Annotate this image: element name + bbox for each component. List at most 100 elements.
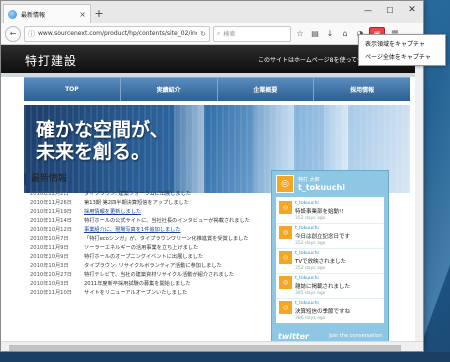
- globe-icon: [8, 9, 17, 19]
- site-logo[interactable]: 特打建設: [25, 52, 77, 69]
- close-window-button[interactable]: ✕: [401, 1, 423, 19]
- twitter-join-link[interactable]: Join the conversation: [329, 333, 382, 339]
- nav-works[interactable]: 実績紹介: [121, 78, 218, 101]
- close-tab-icon[interactable]: ×: [79, 10, 86, 19]
- news-date: 2010年10月3日: [30, 281, 69, 287]
- nav-recruit[interactable]: 採用情報: [314, 78, 410, 101]
- news-date: 2010年12月2日: [30, 191, 69, 197]
- tweet-content: t_tokuuchi 決算短信の季節ですね 386 days ago: [295, 301, 350, 321]
- news-text: 2011年度新卒採用試験の募集を開始しました: [84, 281, 191, 287]
- horizontal-scrollbar[interactable]: [1, 341, 423, 351]
- tweet-time[interactable]: 352 days ago: [295, 266, 346, 271]
- news-link[interactable]: 事業紹介に、現場写真を1件追加しました: [84, 226, 264, 233]
- news-text: 「特打ecoシンガ」が、タイプラウンワリーン化推進賞を受賞しました: [84, 236, 249, 242]
- news-item: 2010年10月7日 「特打ecoシンガ」が、タイプラウンワリーン化推進賞を受賞し…: [24, 234, 264, 243]
- desktop-taskbar: [0, 352, 450, 362]
- tweet-user[interactable]: t_tokuuchi: [295, 226, 350, 231]
- tweet-text: 特設事業部を始動!!: [295, 209, 344, 215]
- news-date: 2010年10月7日: [30, 236, 69, 242]
- news-date: 2010年11月14日: [30, 218, 72, 224]
- news-date: 2010年10月9日: [30, 254, 69, 260]
- news-date: 2010年11月9日: [30, 245, 69, 251]
- tweet-time[interactable]: 385 days ago: [295, 291, 350, 296]
- news-item: 2010年11月26日 第13期 第2四半期決算短信をアップしました: [24, 198, 264, 207]
- news-item: 2010年11月9日 ソーラーエネルギーの活用事業を立ち上げました: [24, 243, 264, 252]
- tab-bar: 最新情報 × + — ☐ ✕: [1, 1, 423, 23]
- download-icon[interactable]: ↓: [324, 27, 336, 41]
- capture-dropdown-menu: 表示領域をキャプチャ ページ全体をキャプチャ: [358, 34, 446, 66]
- tweet-text: 今日は創立記念日です: [295, 234, 351, 240]
- hero-line-1: 確かな空間が、: [36, 119, 169, 141]
- tweet[interactable]: ◎ t_tokuuchi 決算短信の季節ですね 386 days ago: [276, 299, 384, 323]
- capture-full-page-item[interactable]: ページ全体をキャプチャ: [359, 50, 445, 63]
- minimize-button[interactable]: —: [357, 1, 379, 19]
- tweet-avatar-icon[interactable]: ◎: [279, 226, 292, 239]
- news-text: 特打ホールのオープニングイベントに出展しました: [84, 254, 204, 260]
- news-text: タイプラウン: 建築フォーラムに出展しました: [84, 191, 191, 197]
- news-date: 2010年10月27日: [30, 272, 72, 278]
- tweet-content: t_tokuuchi TVで放映されました 352 days ago: [295, 251, 346, 271]
- reload-icon[interactable]: ↻: [200, 30, 206, 38]
- news-date: 2010年11月26日: [30, 200, 72, 206]
- tweet[interactable]: ◎ t_tokuuchi 今日は創立記念日です 352 days ago: [276, 224, 384, 249]
- news-date: 2010年10月3日: [30, 263, 69, 269]
- maximize-button[interactable]: ☐: [379, 1, 401, 19]
- reading-list-icon[interactable]: ▤: [309, 27, 321, 41]
- back-button[interactable]: ←: [5, 25, 21, 42]
- twitter-logo[interactable]: twitter: [278, 332, 309, 341]
- horizontal-scrollbar-thumb[interactable]: [9, 345, 401, 351]
- twitter-handle[interactable]: t_tokuuchi: [298, 183, 345, 192]
- vertical-scrollbar[interactable]: [415, 45, 423, 341]
- news-date: 2010年11月19日: [30, 209, 72, 215]
- news-item[interactable]: 2010年11月19日 採用情報を更新しました: [24, 207, 264, 216]
- news-item: 2010年10月27日 特打テレビで、当社の建築資材リサイクル活動が紹介されました: [24, 270, 264, 279]
- bookmark-star-icon[interactable]: ☆: [294, 27, 306, 41]
- tweet-time[interactable]: 352 days ago: [295, 241, 350, 246]
- tweet-avatar-icon[interactable]: ◎: [279, 251, 292, 264]
- tweet-text: TVで放映されました: [295, 259, 347, 265]
- tweet-time[interactable]: 352 days ago: [295, 216, 343, 221]
- news-text: タイプラウン: リサイクルボランティア活動に参加しました: [84, 263, 222, 269]
- url-text[interactable]: www.sourcenext.com/product/hp/contents/s…: [38, 30, 197, 37]
- tweet-user[interactable]: t_tokuuchi: [295, 276, 350, 281]
- nav-company[interactable]: 企業概要: [218, 78, 315, 101]
- info-icon[interactable]: ⓘ: [28, 29, 35, 39]
- search-icon: ⌕: [217, 29, 221, 37]
- news-list: 2010年12月2日 タイプラウン: 建築フォーラムに出展しました 2010年11月…: [24, 189, 264, 297]
- news-text: 特打テレビで、当社の建築資材リサイクル活動が紹介されました: [84, 272, 234, 278]
- window-controls: — ☐ ✕: [357, 1, 423, 19]
- global-navigation: TOP 実績紹介 企業概要 採用情報: [24, 77, 410, 101]
- tweet-user[interactable]: t_tokuuchi: [295, 301, 350, 306]
- twitter-avatar-icon[interactable]: ◎: [276, 175, 294, 193]
- url-bar[interactable]: ⓘ www.sourcenext.com/product/hp/contents…: [24, 25, 210, 42]
- tweet-user[interactable]: t_tokuuchi: [295, 201, 343, 206]
- hero-copy: 確かな空間が、 未来を創る。: [36, 119, 169, 163]
- news-date: 2010年10月12日: [30, 227, 72, 233]
- new-tab-button[interactable]: +: [91, 4, 107, 23]
- tweet-user[interactable]: t_tokuuchi: [295, 251, 346, 256]
- tweet[interactable]: ◎ t_tokuuchi 雑誌に掲載されました 385 days ago: [276, 274, 384, 299]
- news-date: 2010年11月10日: [30, 290, 72, 296]
- tweet[interactable]: ◎ t_tokuuchi 特設事業部を始動!! 352 days ago: [276, 199, 384, 224]
- tweet-avatar-icon[interactable]: ◎: [279, 276, 292, 289]
- search-bar[interactable]: ⌕ 検索: [213, 25, 291, 42]
- tweet[interactable]: ◎ t_tokuuchi TVで放映されました 352 days ago: [276, 249, 384, 274]
- news-item: 2010年10月9日 特打ホールのオープニングイベントに出展しました: [24, 252, 264, 261]
- news-section: 最新情報 2010年12月2日 タイプラウン: 建築フォーラムに出展しました 201…: [24, 173, 264, 297]
- tweet-time[interactable]: 386 days ago: [295, 316, 350, 321]
- tweet-text: 雑誌に掲載されました: [295, 284, 351, 290]
- tweet-avatar-icon[interactable]: ◎: [279, 201, 292, 214]
- news-link[interactable]: 採用情報を更新しました: [84, 208, 264, 215]
- capture-visible-area-item[interactable]: 表示領域をキャプチャ: [359, 37, 445, 50]
- nav-top[interactable]: TOP: [24, 78, 121, 101]
- news-item[interactable]: 2010年10月12日 事業紹介に、現場写真を1件追加しました: [24, 225, 264, 234]
- home-icon[interactable]: ⌂: [339, 27, 351, 41]
- tweet-avatar-icon[interactable]: ◎: [279, 301, 292, 314]
- twitter-timeline[interactable]: ◎ t_tokuuchi 特設事業部を始動!! 352 days ago ◎ t_toku…: [276, 197, 384, 323]
- search-placeholder: 検索: [223, 31, 236, 38]
- tweet-text: 決算短信の季節ですね: [295, 309, 351, 315]
- news-item: 2010年11月14日 特打ホールの公式サイトに、当社社長のインタビューが掲載され…: [24, 216, 264, 225]
- news-item: 2010年10月3日 タイプラウン: リサイクルボランティア活動に参加しました: [24, 261, 264, 270]
- tab-news[interactable]: 最新情報 ×: [3, 4, 91, 23]
- news-text: サイトをリニューアルオープンいたしました: [84, 290, 188, 296]
